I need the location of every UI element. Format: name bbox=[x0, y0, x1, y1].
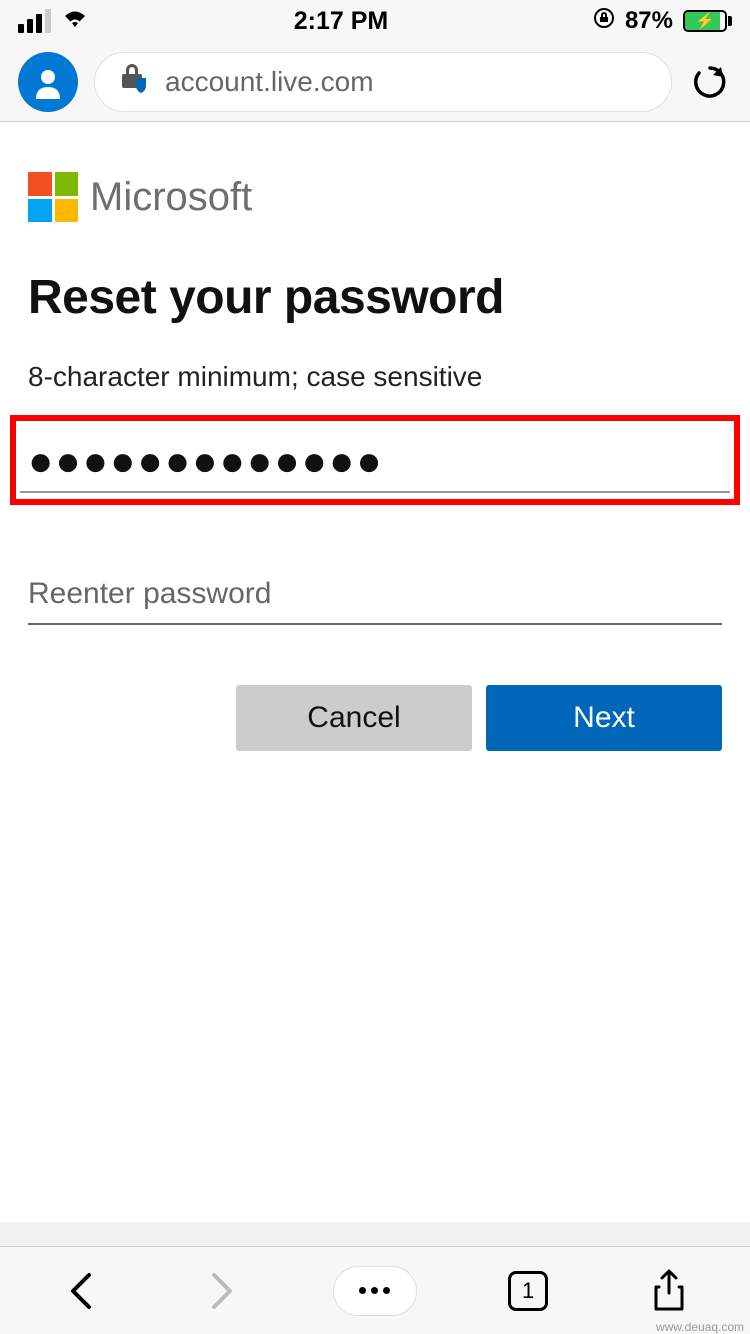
password-field-wrap bbox=[10, 415, 740, 505]
url-text: account.live.com bbox=[165, 66, 374, 98]
password-requirements: 8-character minimum; case sensitive bbox=[28, 361, 722, 393]
orientation-lock-icon bbox=[593, 7, 615, 35]
dots-icon bbox=[359, 1287, 366, 1294]
brand-row: Microsoft bbox=[28, 172, 722, 222]
forward-button[interactable] bbox=[192, 1261, 252, 1321]
browser-top-bar: account.live.com bbox=[0, 42, 750, 122]
cancel-button[interactable]: Cancel bbox=[236, 685, 472, 751]
chevron-right-icon bbox=[208, 1271, 236, 1311]
page-content: Microsoft Reset your password 8-characte… bbox=[0, 122, 750, 1222]
browser-bottom-bar: 1 www.deuaq.com bbox=[0, 1246, 750, 1334]
page-title: Reset your password bbox=[28, 270, 722, 325]
battery-percent: 87% bbox=[625, 7, 673, 35]
button-row: Cancel Next bbox=[28, 685, 722, 751]
tabs-button[interactable]: 1 bbox=[498, 1261, 558, 1321]
brand-name: Microsoft bbox=[90, 175, 252, 220]
next-button[interactable]: Next bbox=[486, 685, 722, 751]
address-bar[interactable]: account.live.com bbox=[94, 52, 672, 112]
person-icon bbox=[31, 65, 65, 99]
reload-icon bbox=[691, 63, 729, 101]
lock-shield-icon bbox=[119, 61, 149, 102]
menu-button[interactable] bbox=[333, 1266, 417, 1316]
watermark: www.deuaq.com bbox=[656, 1320, 744, 1334]
share-icon bbox=[651, 1269, 687, 1313]
status-time: 2:17 PM bbox=[294, 7, 388, 36]
password-input[interactable] bbox=[20, 431, 730, 493]
back-button[interactable] bbox=[51, 1261, 111, 1321]
cellular-signal-icon bbox=[18, 9, 51, 33]
share-button[interactable] bbox=[639, 1261, 699, 1321]
reenter-field-wrap bbox=[28, 565, 722, 625]
profile-avatar[interactable] bbox=[18, 52, 78, 112]
battery-icon: ⚡ bbox=[683, 10, 732, 32]
reload-button[interactable] bbox=[688, 60, 732, 104]
microsoft-logo-icon bbox=[28, 172, 78, 222]
chevron-left-icon bbox=[67, 1271, 95, 1311]
status-bar: 2:17 PM 87% ⚡ bbox=[0, 0, 750, 42]
tab-count: 1 bbox=[508, 1271, 548, 1311]
reenter-password-input[interactable] bbox=[28, 565, 722, 625]
wifi-icon bbox=[61, 7, 89, 36]
